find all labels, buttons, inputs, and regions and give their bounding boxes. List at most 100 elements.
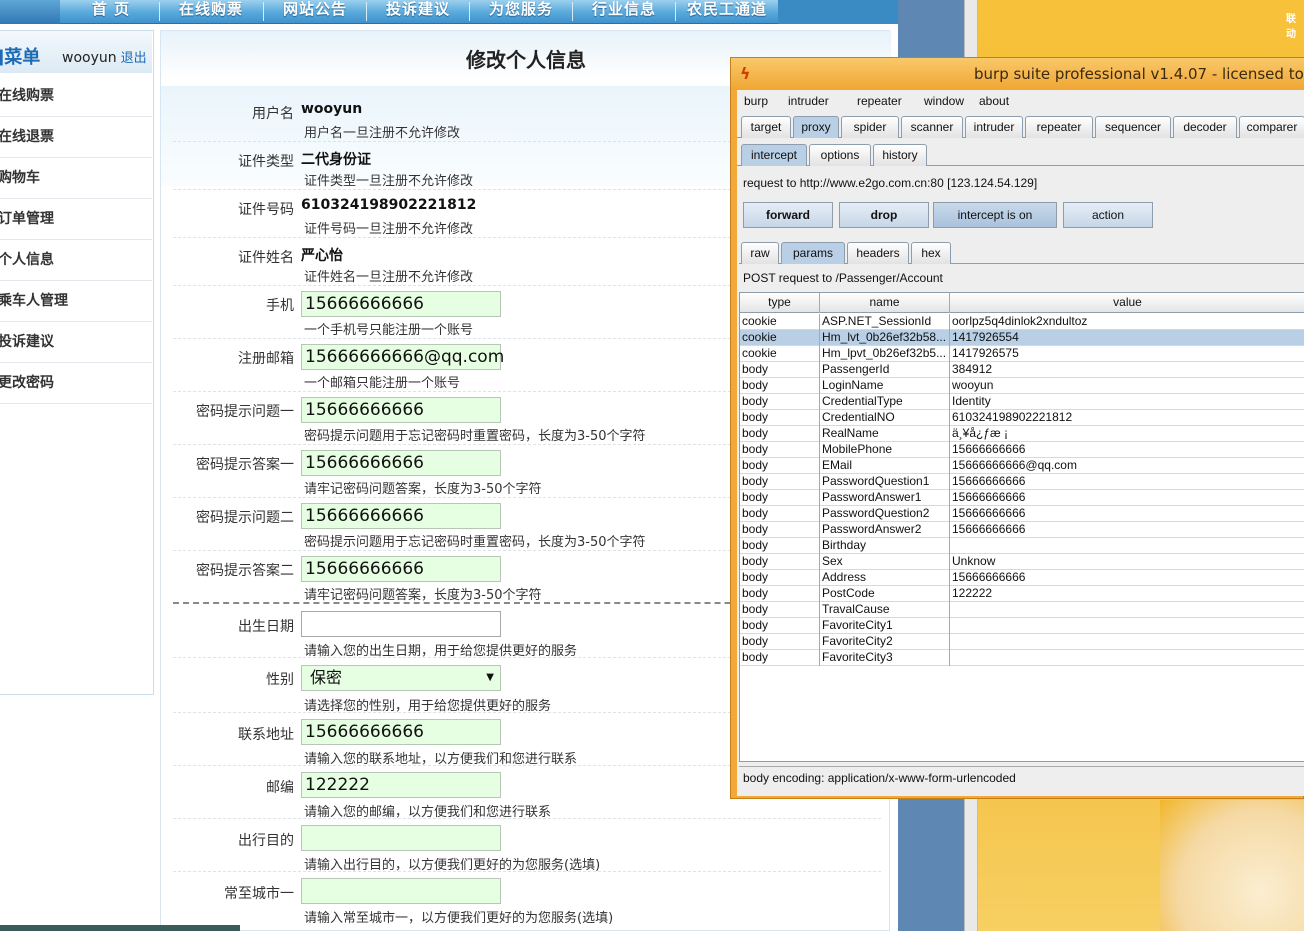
table-row[interactable]: body LoginName wooyun	[740, 378, 1304, 394]
sidebar-item-orders[interactable]: 订单管理	[0, 199, 152, 240]
question-1-input[interactable]: 15666666666	[301, 397, 501, 423]
address-input[interactable]: 15666666666	[301, 719, 501, 745]
menu-intruder[interactable]: intruder	[788, 94, 829, 108]
sidebar-item-online-ticket[interactable]: 在线购票	[0, 76, 152, 117]
table-row[interactable]: cookie ASP.NET_SessionId oorlpz5q4dinlok2x…	[740, 314, 1304, 330]
table-row[interactable]: cookie Hm_lvt_0b26ef32b58... 1417926554	[740, 330, 1304, 346]
nav-industry-info[interactable]: 行业信息	[575, 0, 673, 24]
intercept-toggle-button[interactable]: intercept is on	[933, 202, 1057, 228]
cell-value: 15666666666@qq.com	[950, 458, 1304, 474]
email-input[interactable]: 15666666666@qq.com	[301, 344, 504, 370]
tab-raw[interactable]: raw	[741, 242, 779, 264]
cell-type: body	[740, 362, 820, 378]
nav-announcements[interactable]: 网站公告	[266, 0, 364, 24]
table-row[interactable]: body PassengerId 384912	[740, 362, 1304, 378]
tab-comparer[interactable]: comparer	[1239, 116, 1304, 138]
tab-proxy[interactable]: proxy	[793, 116, 839, 138]
table-row[interactable]: body CredentialNO 610324198902221812	[740, 410, 1304, 426]
cell-type: cookie	[740, 314, 820, 330]
sidebar-title: ]菜单	[0, 47, 41, 68]
sidebar-item-label: 在线购票	[0, 88, 54, 104]
menu-repeater[interactable]: repeater	[857, 94, 902, 108]
field-label: 密码提示问题一	[196, 404, 294, 420]
answer-1-input[interactable]: 15666666666	[301, 450, 501, 476]
answer-2-input[interactable]: 15666666666	[301, 556, 501, 582]
corner-text: 联动	[1286, 14, 1296, 40]
mobile-input[interactable]: 15666666666	[301, 291, 501, 317]
table-row[interactable]: body MobilePhone 15666666666	[740, 442, 1304, 458]
column-header-name[interactable]: name	[820, 293, 950, 313]
table-row[interactable]: body PasswordQuestion1 15666666666	[740, 474, 1304, 490]
birthday-input[interactable]	[301, 611, 501, 637]
travel-purpose-input[interactable]	[301, 825, 501, 851]
field-hint: 用户名一旦注册不允许修改	[304, 126, 461, 141]
table-row[interactable]: body Address 15666666666	[740, 570, 1304, 586]
forward-button[interactable]: forward	[743, 202, 833, 228]
sidebar-item-passengers[interactable]: 乘车人管理	[0, 281, 152, 322]
sidebar-item-change-password[interactable]: 更改密码	[0, 363, 152, 404]
burp-title-bar[interactable]: ϟ burp suite professional v1.4.07 - lice…	[731, 58, 1304, 90]
burp-body: burp intruder repeater window about targ…	[737, 90, 1304, 796]
nav-migrant-worker-channel[interactable]: 农民工通道	[676, 0, 778, 24]
tab-sequencer[interactable]: sequencer	[1095, 116, 1171, 138]
sidebar-item-label: 个人信息	[0, 252, 54, 268]
sidebar-item-complaints[interactable]: 投诉建议	[0, 322, 152, 363]
burp-window: ϟ burp suite professional v1.4.07 - lice…	[730, 57, 1304, 799]
tab-intruder[interactable]: intruder	[965, 116, 1023, 138]
nav-home[interactable]: 首 页	[64, 0, 158, 24]
table-row[interactable]: body CredentialType Identity	[740, 394, 1304, 410]
sidebar-item-cart[interactable]: 购物车	[0, 158, 152, 199]
sidebar-item-profile[interactable]: 个人信息	[0, 240, 152, 281]
field-hint: 证件类型一旦注册不允许修改	[304, 174, 474, 189]
column-header-type[interactable]: type	[740, 293, 820, 313]
cell-value: 384912	[950, 362, 1304, 378]
tab-params[interactable]: params	[781, 242, 845, 264]
main-tabs: target proxy spider scanner intruder rep…	[737, 114, 1304, 138]
tab-intercept[interactable]: intercept	[741, 144, 807, 166]
action-button[interactable]: action	[1063, 202, 1153, 228]
postcode-input[interactable]: 122222	[301, 772, 501, 798]
table-row[interactable]: body RealName ä¸¥å¿ƒæ ¡	[740, 426, 1304, 442]
tab-repeater[interactable]: repeater	[1025, 116, 1093, 138]
table-row[interactable]: body FavoriteCity3	[740, 650, 1304, 666]
field-hint: 密码提示问题用于忘记密码时重置密码，长度为3-50个字符	[304, 429, 646, 444]
tab-target[interactable]: target	[741, 116, 791, 138]
tab-decoder[interactable]: decoder	[1173, 116, 1237, 138]
cell-type: body	[740, 458, 820, 474]
tab-options[interactable]: options	[809, 144, 871, 166]
tab-headers[interactable]: headers	[847, 242, 909, 264]
field-label: 手机	[266, 298, 294, 314]
tab-scanner[interactable]: scanner	[901, 116, 963, 138]
table-row[interactable]: body PasswordAnswer1 15666666666	[740, 490, 1304, 506]
question-2-input[interactable]: 15666666666	[301, 503, 501, 529]
nav-online-ticket[interactable]: 在线购票	[162, 0, 260, 24]
tab-history[interactable]: history	[873, 144, 927, 166]
table-row[interactable]: body TravalCause	[740, 602, 1304, 618]
table-row[interactable]: body Birthday	[740, 538, 1304, 554]
burp-logo-icon: ϟ	[740, 64, 751, 83]
table-row[interactable]: body PasswordQuestion2 15666666666	[740, 506, 1304, 522]
nav-services[interactable]: 为您服务	[472, 0, 570, 24]
column-header-value[interactable]: value	[950, 293, 1304, 313]
cell-name: Address	[820, 570, 950, 586]
table-row[interactable]: cookie Hm_lpvt_0b26ef32b5... 1417926575	[740, 346, 1304, 362]
table-row[interactable]: body FavoriteCity1	[740, 618, 1304, 634]
table-row[interactable]: body FavoriteCity2	[740, 634, 1304, 650]
table-row[interactable]: body PasswordAnswer2 15666666666	[740, 522, 1304, 538]
tab-hex[interactable]: hex	[911, 242, 951, 264]
menu-about[interactable]: about	[979, 94, 1009, 108]
sex-select[interactable]: 保密 ▼	[301, 665, 501, 691]
table-row[interactable]: body EMail 15666666666@qq.com	[740, 458, 1304, 474]
drop-button[interactable]: drop	[839, 202, 929, 228]
menu-burp[interactable]: burp	[744, 94, 768, 108]
field-hint: 请输入您的邮编，以方便我们和您进行联系	[304, 805, 552, 820]
favorite-city-1-input[interactable]	[301, 878, 501, 904]
params-table-header: type name value	[740, 293, 1304, 313]
menu-window[interactable]: window	[924, 94, 964, 108]
table-row[interactable]: body PostCode 122222	[740, 586, 1304, 602]
table-row[interactable]: body Sex Unknow	[740, 554, 1304, 570]
nav-complaints[interactable]: 投诉建议	[369, 0, 467, 24]
logout-link[interactable]: 退出	[121, 51, 147, 66]
sidebar-item-refund[interactable]: 在线退票	[0, 117, 152, 158]
tab-spider[interactable]: spider	[841, 116, 899, 138]
